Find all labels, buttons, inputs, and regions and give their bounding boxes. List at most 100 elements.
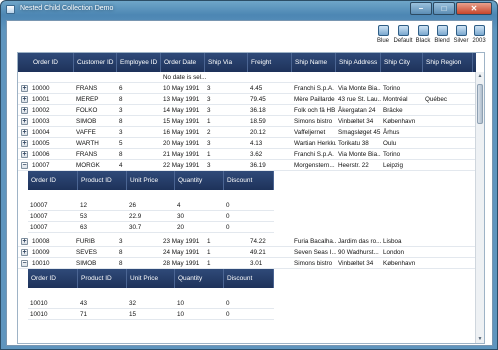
table-cell: 36.18: [250, 107, 266, 114]
child-column-header[interactable]: Quantity: [175, 269, 224, 288]
child-row[interactable]: 10007 63 30.7 20 0: [28, 222, 274, 233]
table-row[interactable]: −10010 SIMOB 8 28 May 1991 1 3.01 Simons bistr…: [18, 258, 476, 269]
expand-icon[interactable]: +: [21, 96, 28, 103]
scroll-down-icon[interactable]: ▼: [477, 335, 483, 343]
scroll-thumb[interactable]: [477, 84, 483, 124]
expand-icon[interactable]: +: [21, 107, 28, 114]
minimize-button[interactable]: –: [410, 2, 432, 15]
table-cell: [423, 236, 473, 247]
child-column-header[interactable]: Discount: [224, 171, 274, 190]
collapse-icon[interactable]: −: [21, 162, 28, 169]
theme-label: Blend: [434, 38, 450, 44]
theme-blue-icon: [377, 25, 389, 36]
child-column-header[interactable]: Product ID: [78, 269, 127, 288]
date-filter[interactable]: No date is sel...: [161, 72, 221, 83]
column-header[interactable]: Employee ID: [117, 53, 161, 72]
table-row[interactable]: +10001 MEREP 8 13 May 1991 3 79.45 Mère Pailla…: [18, 94, 476, 105]
table-cell: 10002: [32, 107, 50, 114]
child-cell: 32: [129, 300, 137, 307]
table-cell: Lisboa: [383, 238, 402, 245]
expand-icon[interactable]: +: [21, 140, 28, 147]
theme-button-2003[interactable]: 2003: [469, 24, 489, 50]
table-cell: 1: [207, 238, 211, 245]
table-cell: [423, 258, 473, 269]
theme-button-silver[interactable]: Silver: [451, 24, 471, 50]
table-cell: 10008: [32, 238, 50, 245]
child-row[interactable]: 10010 71 15 10 0: [28, 309, 274, 320]
table-cell: 3.62: [250, 151, 263, 158]
table-cell: Simons bistro: [294, 260, 333, 267]
column-header[interactable]: Order Date: [161, 53, 205, 72]
child-column-header[interactable]: Discount: [224, 269, 274, 288]
table-cell: 1: [207, 249, 211, 256]
maximize-button[interactable]: □: [433, 2, 455, 15]
column-header[interactable]: Customer ID: [74, 53, 117, 72]
table-cell: WARTH: [76, 140, 99, 147]
expand-icon[interactable]: +: [21, 85, 28, 92]
grid-header: Order ID Customer ID Employee ID Order Date…: [18, 53, 476, 72]
table-cell: 10 May 1991: [163, 85, 200, 92]
child-column-header[interactable]: Order ID: [28, 269, 78, 288]
table-row[interactable]: +10005 WARTH 5 20 May 1991 3 4.13 Wartian Herk…: [18, 138, 476, 149]
expand-icon[interactable]: +: [21, 249, 28, 256]
close-button[interactable]: ✕: [456, 2, 492, 15]
table-cell: 3.01: [250, 260, 263, 267]
theme-blend-icon: [436, 25, 448, 36]
table-cell: 3: [119, 107, 123, 114]
column-header[interactable]: Ship Address: [336, 53, 381, 72]
child-cell: 0: [226, 311, 230, 318]
column-header[interactable]: Ship Via: [205, 53, 248, 72]
table-row[interactable]: +10003 SIMOB 8 15 May 1991 1 18.59 Simons bist…: [18, 116, 476, 127]
table-cell: 14 May 1991: [163, 107, 200, 114]
expand-icon[interactable]: +: [21, 151, 28, 158]
vertical-scrollbar[interactable]: ▲ ▼: [475, 72, 484, 343]
window-title: Nested Child Collection Demo: [20, 5, 114, 12]
child-column-header[interactable]: Unit Price: [127, 269, 175, 288]
table-row[interactable]: +10000 FRANS 6 10 May 1991 3 4.45 Franchi S.p.…: [18, 83, 476, 94]
table-cell: 79.45: [250, 96, 266, 103]
table-row[interactable]: +10006 FRANS 8 21 May 1991 1 3.62 Franchi S.p.…: [18, 149, 476, 160]
child-row[interactable]: 10007 53 22.9 30 0: [28, 211, 274, 222]
theme-button-blue[interactable]: Blue: [373, 24, 393, 50]
table-cell: 1: [207, 151, 211, 158]
child-column-header[interactable]: Product ID: [78, 171, 127, 190]
table-cell: [423, 247, 473, 258]
theme-button-black[interactable]: Black: [413, 24, 433, 50]
theme-button-blend[interactable]: Blend: [432, 24, 452, 50]
column-header[interactable]: Ship Name: [292, 53, 336, 72]
table-cell: 1: [207, 118, 211, 125]
column-header[interactable]: Ship City: [381, 53, 423, 72]
theme-button-default[interactable]: Default: [393, 24, 413, 50]
theme-label: Silver: [453, 38, 469, 44]
child-column-header[interactable]: Quantity: [175, 171, 224, 190]
child-column-header[interactable]: Order ID: [28, 171, 78, 190]
title-bar[interactable]: Nested Child Collection Demo – □ ✕: [1, 1, 497, 19]
scroll-up-icon[interactable]: ▲: [477, 72, 483, 80]
table-row[interactable]: −10007 MORGK 4 22 May 1991 3 36.19 Morgenstern…: [18, 160, 476, 171]
column-header[interactable]: Order ID: [30, 53, 74, 72]
column-header[interactable]: Freight: [248, 53, 292, 72]
orders-grid: Order ID Customer ID Employee ID Order Date…: [17, 52, 485, 344]
table-cell: 23 May 1991: [163, 238, 200, 245]
table-row[interactable]: +10009 SEVES 8 24 May 1991 1 49.21 Seven Seas …: [18, 247, 476, 258]
expand-icon[interactable]: +: [21, 129, 28, 136]
table-row[interactable]: +10004 VAFFE 3 16 May 1991 2 20.12 Vaffeljerne…: [18, 127, 476, 138]
column-header[interactable]: Ship Region: [423, 53, 473, 72]
child-column-header[interactable]: Unit Price: [127, 171, 175, 190]
expand-icon[interactable]: +: [21, 118, 28, 125]
expand-icon[interactable]: +: [21, 238, 28, 245]
table-cell: 3: [207, 107, 211, 114]
table-cell: Morgenstern...: [294, 162, 335, 169]
child-cell: 30: [177, 213, 185, 220]
table-cell: Simons bistro: [294, 118, 333, 125]
table-cell: Franchi S.p.A.: [294, 151, 334, 158]
child-row[interactable]: 10010 43 32 10 0: [28, 298, 274, 309]
table-cell: Vinbæltet 34: [338, 260, 374, 267]
child-cell: 63: [80, 224, 88, 231]
collapse-icon[interactable]: −: [21, 260, 28, 267]
app-icon: [6, 5, 15, 14]
table-cell: 36.19: [250, 162, 266, 169]
table-row[interactable]: +10002 FOLKO 3 14 May 1991 3 36.18 Folk och fä…: [18, 105, 476, 116]
child-row[interactable]: 10007 12 26 4 0: [28, 200, 274, 211]
table-row[interactable]: +10008 FURIB 3 23 May 1991 1 74.22 Furia Bacal…: [18, 236, 476, 247]
